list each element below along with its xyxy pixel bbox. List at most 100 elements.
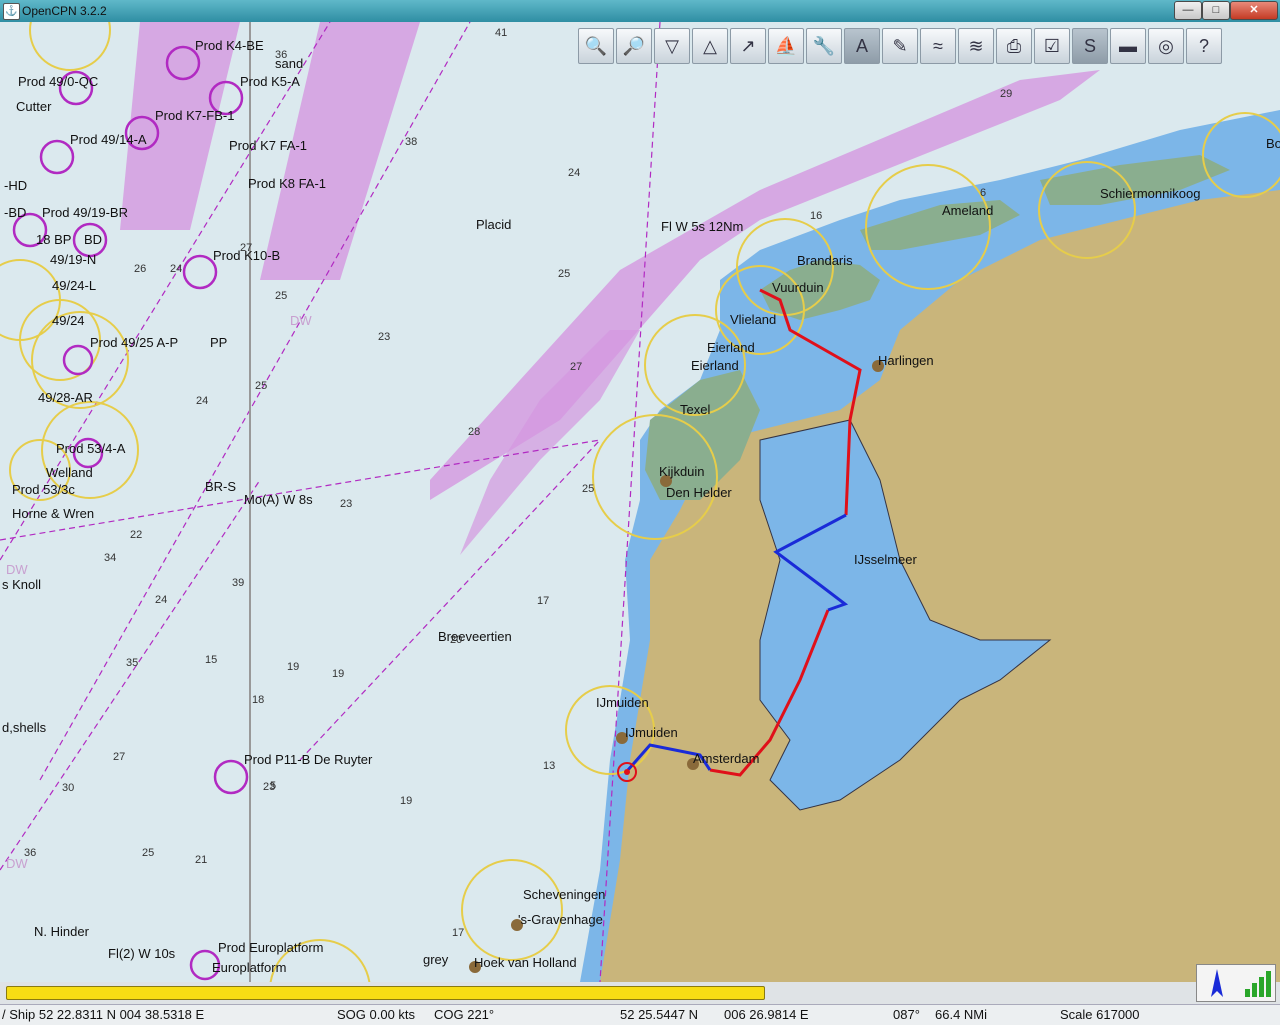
window-title: OpenCPN 3.2.2: [22, 4, 107, 18]
scale-up-icon: △: [703, 35, 717, 56]
distance-readout: 66.4 NMi: [935, 1007, 988, 1022]
label: Fl(2) W 10s: [108, 946, 176, 961]
label: Placid: [476, 217, 511, 232]
zoom-in-button[interactable]: 🔍: [578, 28, 614, 64]
label: Prod 49/0-QC: [18, 74, 98, 89]
depth-sounding: 18: [252, 694, 264, 706]
depth-sounding: 6: [980, 187, 986, 199]
mob-button[interactable]: ◎: [1148, 28, 1184, 64]
minimize-button[interactable]: —: [1174, 1, 1202, 20]
zoom-in-icon: 🔍: [584, 35, 608, 56]
label: Mo(A) W 8s: [244, 492, 313, 507]
label: Horne & Wren: [12, 506, 94, 521]
label: Schiermonnikoog: [1100, 186, 1200, 201]
label: Scheveningen: [523, 887, 605, 902]
gps-signal-bar: [1259, 977, 1264, 997]
label: IJmuiden: [625, 725, 678, 740]
depth-sounding: 24: [170, 263, 182, 275]
label: Eierland: [691, 358, 739, 373]
label: Prod 49/19-BR: [42, 205, 128, 220]
help-button[interactable]: ?: [1186, 28, 1222, 64]
text-overlay-icon: A: [855, 35, 868, 56]
depth-sounding: 17: [537, 595, 549, 607]
label: DW: [6, 562, 28, 577]
zoom-out-button[interactable]: 🔎: [616, 28, 652, 64]
label: Prod Europlatform: [218, 940, 324, 955]
depth-sounding: 16: [810, 210, 822, 222]
maximize-button[interactable]: □: [1202, 1, 1230, 20]
label: Hoek van Holland: [474, 955, 577, 970]
gps-signal-bar: [1266, 971, 1271, 997]
label: Prod K4-BE: [195, 38, 264, 53]
label: Vlieland: [730, 312, 776, 327]
current-button[interactable]: ✎: [882, 28, 918, 64]
tide-icon: ≈: [933, 35, 943, 56]
scale-up-button[interactable]: △: [692, 28, 728, 64]
auto-follow-button[interactable]: ⛵: [768, 28, 804, 64]
label: Brandaris: [797, 253, 853, 268]
chart-bar[interactable]: [6, 986, 765, 1000]
scale-down-button[interactable]: ▽: [654, 28, 690, 64]
label: IJsselmeer: [854, 552, 918, 567]
depth-sounding: 23: [378, 331, 390, 343]
depth-sounding: 38: [405, 136, 417, 148]
label: Prod 49/25 A-P: [90, 335, 178, 350]
depth-sounding: 24: [568, 167, 580, 179]
cursor-longitude: 006 26.9814 E: [724, 1007, 809, 1022]
label: Amsterdam: [693, 751, 759, 766]
color-scheme-icon: ▬: [1119, 35, 1137, 56]
depth-sounding: 19: [332, 668, 344, 680]
label: -HD: [4, 178, 27, 193]
status-bar: / Ship 52 22.8311 N 004 38.5318 E SOG 0.…: [0, 1004, 1280, 1025]
depth-sounding: 21: [195, 854, 207, 866]
depth-sounding: 24: [155, 594, 167, 606]
print-button[interactable]: ⎙: [996, 28, 1032, 64]
track-button[interactable]: S: [1072, 28, 1108, 64]
label: Vuurduin: [772, 280, 824, 295]
route-manager-button[interactable]: ☑: [1034, 28, 1070, 64]
depth-sounding: 25: [582, 483, 594, 495]
sog-readout: SOG 0.00 kts: [337, 1007, 416, 1022]
tide-button[interactable]: ≈: [920, 28, 956, 64]
close-button[interactable]: ✕: [1230, 1, 1278, 20]
depth-sounding: 39: [232, 577, 244, 589]
label: Welland: [46, 465, 93, 480]
track-icon: S: [1083, 35, 1096, 56]
depth-sounding: 22: [130, 529, 142, 541]
settings-icon: 🔧: [812, 35, 836, 56]
color-scheme-button[interactable]: ▬: [1110, 28, 1146, 64]
label: Prod 53/3c: [12, 482, 75, 497]
label: sand: [275, 56, 303, 71]
label: Prod K8 FA-1: [248, 176, 326, 191]
depth-sounding: 25: [142, 847, 154, 859]
label: d,shells: [2, 720, 47, 735]
nautical-chart[interactable]: Prod K4-BE 36 sand Prod K5-A Prod 49/0-Q…: [0, 22, 1280, 982]
depth-sounding: 27: [240, 242, 252, 254]
gps-signal-bar: [1252, 983, 1257, 997]
current-overlay-button[interactable]: ≋: [958, 28, 994, 64]
label: Prod 53/4-A: [56, 441, 126, 456]
label: 49/24-L: [52, 278, 96, 293]
depth-sounding: 25: [275, 290, 287, 302]
compass-gps-widget[interactable]: [1196, 964, 1276, 1002]
label: Harlingen: [878, 353, 934, 368]
scale-down-icon: ▽: [665, 35, 679, 56]
label: Prod K7 FA-1: [229, 138, 307, 153]
scale-readout: Scale 617000: [1060, 1007, 1140, 1022]
text-overlay-button[interactable]: A: [844, 28, 880, 64]
title-bar: ⚓ OpenCPN 3.2.2 — □ ✕: [0, 0, 1280, 22]
current-icon: ✎: [892, 35, 908, 56]
cursor-latitude: 52 25.5447 N: [620, 1007, 699, 1022]
depth-sounding: 26: [134, 263, 146, 275]
label: Kijkduin: [659, 464, 705, 479]
label: 's-Gravenhage: [518, 912, 603, 927]
depth-sounding: 28: [468, 426, 480, 438]
depth-sounding: 36: [24, 847, 36, 859]
route-button[interactable]: ↗: [730, 28, 766, 64]
settings-button[interactable]: 🔧: [806, 28, 842, 64]
depth-sounding: 17: [452, 927, 464, 939]
route-icon: ↗: [740, 35, 756, 56]
depth-sounding: 34: [104, 552, 116, 564]
chart-canvas[interactable]: Prod K4-BE 36 sand Prod K5-A Prod 49/0-Q…: [0, 22, 1280, 982]
bottom-bar: [0, 982, 1280, 1004]
